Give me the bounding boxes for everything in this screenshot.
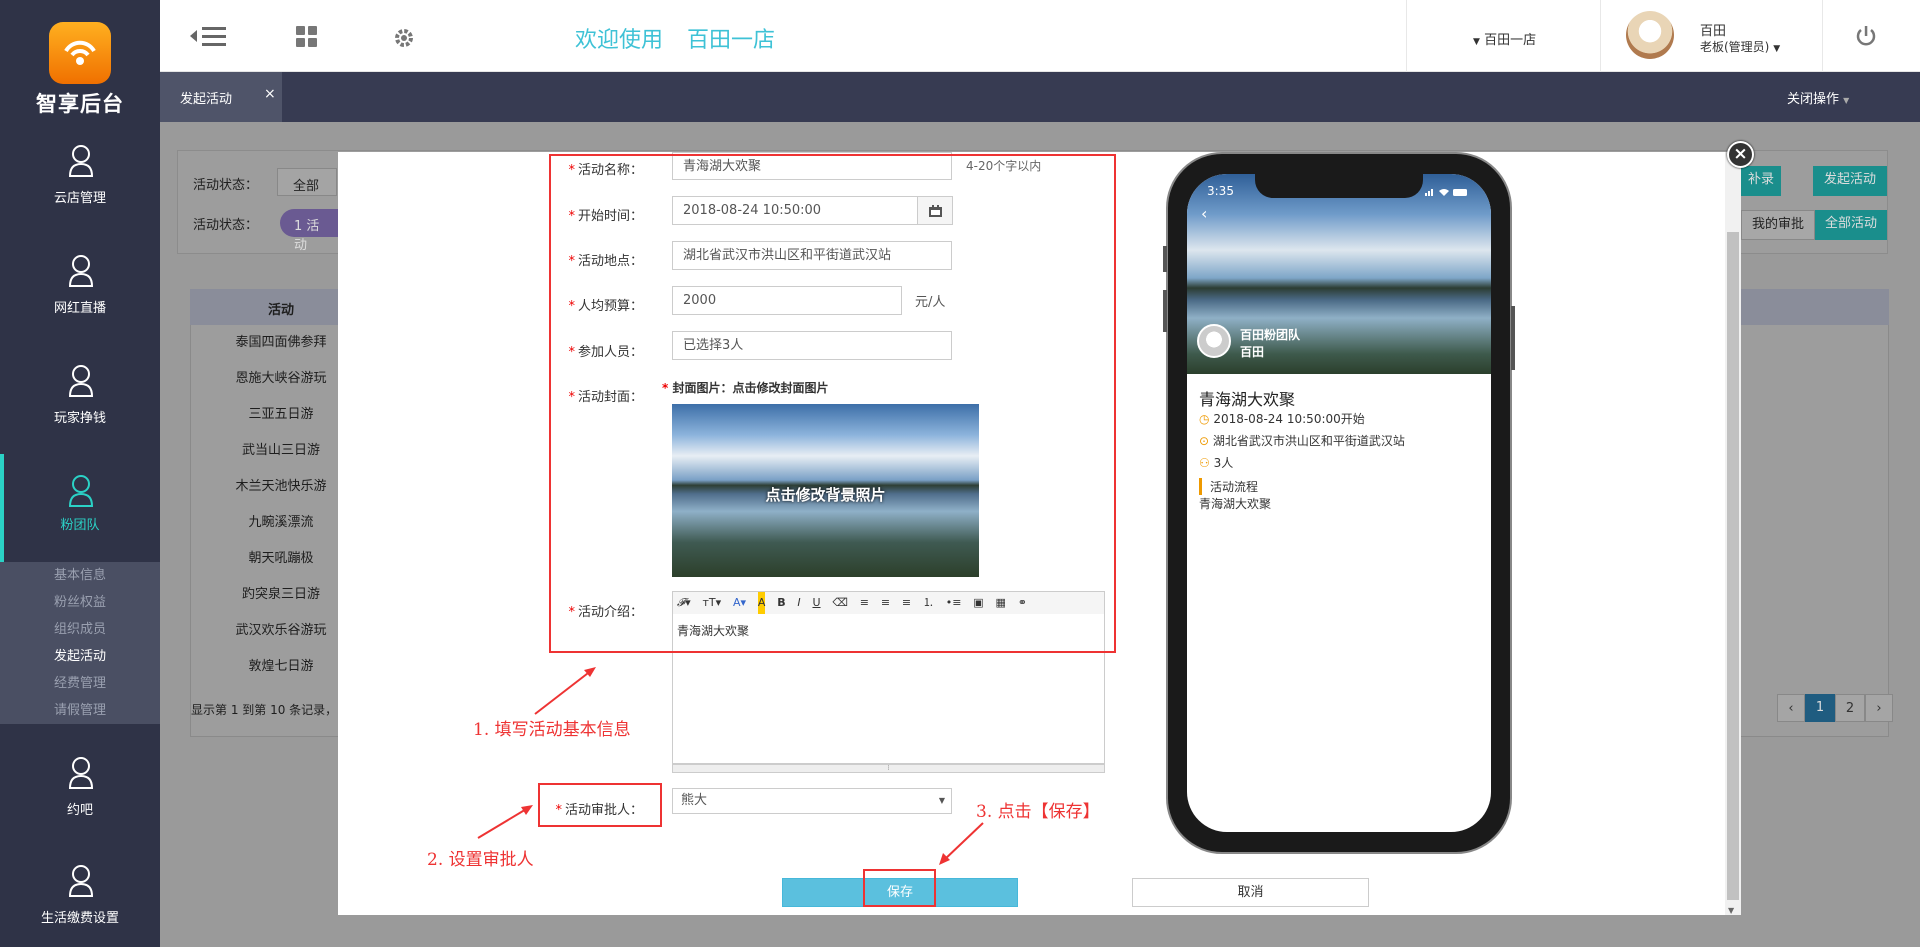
submenu-item-launch-activity[interactable]: 发起活动 <box>0 643 160 670</box>
close-ops-dropdown[interactable]: 关闭操作 ▼ <box>1787 88 1849 107</box>
sidebar-item-label: 网红直播 <box>53 301 106 316</box>
clock-icon: ◷ <box>1199 412 1210 426</box>
user-name: 百田 <box>1700 24 1727 39</box>
phone-cover-image <box>1187 174 1491 374</box>
tab-bar <box>160 72 1920 122</box>
page-1-button[interactable]: 1 <box>1805 694 1835 722</box>
phone-start-row: ◷ 2018-08-24 10:50:00开始 <box>1199 412 1365 426</box>
divider <box>1406 0 1407 72</box>
next-page-button[interactable]: › <box>1865 694 1893 722</box>
table-footer-summary: 显示第 1 到第 10 条记录， <box>191 703 338 717</box>
annotation-step1: 1. 填写活动基本信息 <box>473 720 631 740</box>
submenu-item-leave[interactable]: 请假管理 <box>0 697 160 724</box>
sidebar-item-date[interactable]: 约吧 <box>0 742 160 846</box>
my-approval-button[interactable]: 我的审批 <box>1741 210 1815 240</box>
phone-owner-name: 百田 <box>1240 345 1265 359</box>
caret-down-icon: ▼ <box>1843 96 1850 105</box>
sidebar-item-label: 粉团队 <box>60 518 100 533</box>
phone-location-row: ⊙ 湖北省武汉市洪山区和平街道武汉站 <box>1199 434 1405 448</box>
submenu-item-fan-rights[interactable]: 粉丝权益 <box>0 589 160 616</box>
logo-icon <box>49 22 111 84</box>
sidebar-item-earn[interactable]: 玩家挣钱 <box>0 350 160 454</box>
phone-people-row: ⚇ 3人 <box>1199 456 1234 470</box>
phone-flow-text: 青海湖大欢聚 <box>1199 497 1272 511</box>
caret-down-icon: ▼ <box>1473 37 1480 47</box>
status-chip[interactable]: 1 活动 <box>280 209 338 253</box>
grid-icon[interactable] <box>296 26 318 48</box>
phone-side-button <box>1511 306 1515 370</box>
phone-team-name: 百田粉团队 <box>1240 328 1301 342</box>
annotation-box-basic-info <box>549 154 1116 653</box>
user-icon <box>68 757 94 789</box>
sidebar-item-cloud-store[interactable]: 云店管理 <box>0 130 160 234</box>
sidebar-item-label: 生活缴费设置 <box>40 911 119 926</box>
cancel-button[interactable]: 取消 <box>1132 878 1369 907</box>
menu-collapse-icon[interactable] <box>188 24 228 48</box>
user-icon <box>68 475 94 507</box>
status-icons <box>1425 189 1467 196</box>
submenu-item-basic-info[interactable]: 基本信息 <box>0 562 160 589</box>
caret-down-icon: ▼ <box>1773 44 1781 54</box>
submenu: 基本信息 粉丝权益 组织成员 发起活动 经费管理 请假管理 <box>0 562 160 724</box>
user-role-dropdown[interactable]: 老板(管理员) ▼ <box>1700 38 1780 55</box>
sidebar-item-label: 云店管理 <box>53 191 106 206</box>
location-icon: ⊙ <box>1199 434 1210 448</box>
scroll-down-icon[interactable]: ▼ <box>1728 906 1734 915</box>
team-avatar <box>1197 324 1231 358</box>
sidebar-item-fan-team[interactable]: 粉团队 <box>0 454 160 562</box>
close-ops-label: 关闭操作 <box>1787 92 1840 107</box>
tab-launch-activity[interactable]: 发起活动 × <box>160 72 282 122</box>
submenu-item-members[interactable]: 组织成员 <box>0 616 160 643</box>
divider <box>1600 0 1601 72</box>
store-selector[interactable]: ▼ 百田一店 <box>1473 29 1536 48</box>
sidebar-item-label: 玩家挣钱 <box>53 411 106 426</box>
submenu-item-funds[interactable]: 经费管理 <box>0 670 160 697</box>
avatar[interactable] <box>1626 11 1674 59</box>
user-icon <box>68 145 94 177</box>
back-icon[interactable]: ‹ <box>1201 204 1207 223</box>
status-select[interactable]: 全部 <box>277 168 337 196</box>
phone-side-button <box>1163 290 1167 332</box>
store-selector-label: 百田一店 <box>1484 33 1537 48</box>
user-icon <box>68 365 94 397</box>
filter-label: 活动状态： <box>193 178 259 193</box>
power-icon[interactable] <box>1855 25 1877 47</box>
annotation-step2: 2. 设置审批人 <box>427 850 534 870</box>
scrollbar-thumb[interactable] <box>1727 232 1739 900</box>
welcome-banner: 欢迎使用 百田一店 <box>575 22 799 54</box>
sidebar-item-label: 约吧 <box>66 803 93 818</box>
divider <box>1822 0 1823 72</box>
phone-screen: 3:35 ‹ 百田粉团队 百田 青海湖大欢聚 ◷ 2018-08-24 10:5… <box>1187 174 1491 832</box>
page-2-button[interactable]: 2 <box>1835 694 1865 722</box>
logo-text: 智享后台 <box>36 92 124 116</box>
filter-label: 活动状态： <box>193 218 259 233</box>
pagination: ‹ 1 2 › <box>1777 694 1893 722</box>
phone-notch <box>1255 172 1423 198</box>
phone-time: 3:35 <box>1207 184 1234 198</box>
all-activities-button[interactable]: 全部活动 <box>1815 210 1887 240</box>
prev-page-button[interactable]: ‹ <box>1777 694 1805 722</box>
phone-flow-title: 活动流程 <box>1199 478 1258 495</box>
store-name: 百田一店 <box>687 28 776 53</box>
close-tab-icon[interactable]: × <box>264 86 276 102</box>
sidebar-item-bills[interactable]: 生活缴费设置 <box>0 850 160 947</box>
user-icon <box>68 255 94 287</box>
tab-label: 发起活动 <box>180 92 233 107</box>
user-role: 老板(管理员) <box>1700 40 1770 54</box>
people-icon: ⚇ <box>1199 456 1210 470</box>
phone-activity-title: 青海湖大欢聚 <box>1199 390 1296 409</box>
welcome-text: 欢迎使用 <box>575 28 664 53</box>
sidebar-item-live[interactable]: 网红直播 <box>0 240 160 344</box>
annotation-step3: 3. 点击【保存】 <box>976 802 1100 822</box>
launch-activity-button[interactable]: 发起活动 <box>1813 166 1887 196</box>
phone-side-button <box>1163 246 1167 272</box>
gear-icon[interactable] <box>392 26 416 50</box>
record-button[interactable]: 补录 <box>1741 166 1781 196</box>
user-icon <box>68 865 94 897</box>
modal-close-button[interactable]: × <box>1727 141 1754 168</box>
